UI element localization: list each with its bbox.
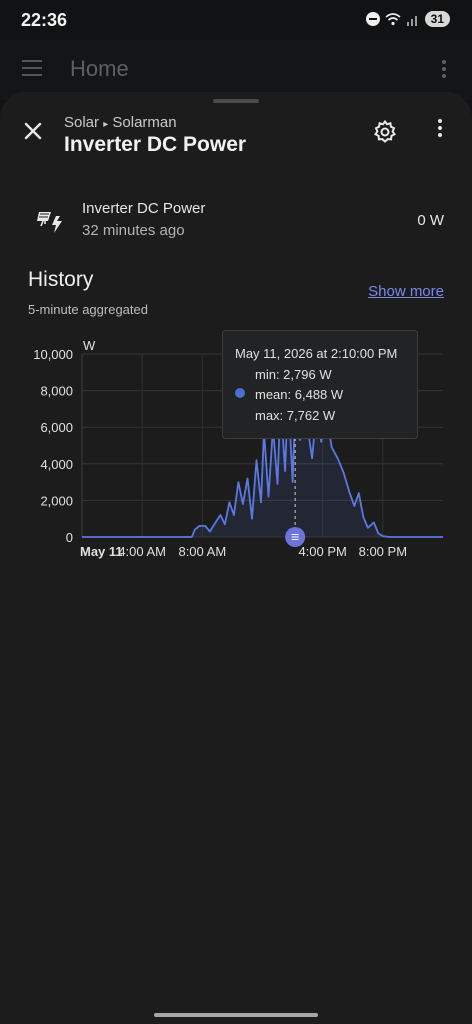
signal-icon: [406, 15, 417, 26]
app-title: Home: [70, 56, 129, 81]
dialog-title: Inverter DC Power: [64, 133, 247, 156]
drag-handle[interactable]: [213, 99, 259, 103]
show-more-link[interactable]: Show more: [368, 283, 444, 300]
y-tick-label: 8,000: [40, 384, 73, 399]
x-tick-label: May 11: [80, 544, 123, 559]
status-bar: 22:36 31: [0, 0, 472, 40]
y-axis-labels: 10,000 8,000 6,000 4,000 2,000 0: [33, 347, 73, 545]
entity-name: Inverter DC Power: [82, 200, 206, 217]
settings-gear-icon[interactable]: [372, 119, 398, 145]
tooltip-timestamp: May 11, 2026 at 2:10:00 PM: [235, 346, 398, 361]
breadcrumb-separator: ▸: [103, 119, 109, 130]
wifi-icon: [385, 12, 401, 25]
breadcrumb-device: Solarman: [112, 114, 177, 131]
close-icon[interactable]: [20, 118, 46, 144]
x-tick-label: 8:00 PM: [359, 544, 407, 559]
entity-state: 0 W: [417, 212, 444, 229]
series-color-dot: [235, 388, 245, 398]
solar-power-icon: [37, 212, 62, 233]
entity-row[interactable]: Inverter DC Power 32 minutes ago 0 W: [0, 192, 472, 248]
y-axis-unit: W: [83, 338, 96, 353]
history-subtitle: 5-minute aggregated: [28, 302, 148, 317]
tooltip-max: max: 7,762 W: [255, 408, 336, 423]
y-tick-label: 2,000: [40, 493, 73, 508]
app-bar: Home: [0, 40, 472, 100]
status-time: 22:36: [21, 10, 68, 30]
y-tick-label: 0: [66, 530, 73, 545]
do-not-disturb-icon: [365, 12, 380, 26]
x-tick-label: 8:00 AM: [178, 544, 226, 559]
breadcrumb: Solar ▸ Solarman: [64, 114, 177, 131]
x-axis-labels: May 114:00 AM 8:00 AM 4:00 PM 8:00 PM: [80, 544, 407, 559]
entity-last-changed: 32 minutes ago: [82, 222, 185, 239]
history-heading: History: [28, 268, 94, 291]
overflow-menu-icon[interactable]: [432, 119, 448, 145]
y-tick-label: 10,000: [33, 347, 73, 362]
y-tick-label: 6,000: [40, 420, 73, 435]
status-icons: 31: [365, 11, 450, 27]
chart-tooltip: May 11, 2026 at 2:10:00 PM min: 2,796 W …: [222, 330, 418, 439]
menu-icon[interactable]: [22, 60, 42, 76]
tooltip-mean: mean: 6,488 W: [255, 387, 344, 402]
gesture-nav-bar[interactable]: [154, 1013, 318, 1017]
battery-indicator: 31: [424, 11, 450, 27]
app-overflow-menu-icon[interactable]: [442, 60, 446, 81]
x-tick-label: 4:00 AM: [118, 544, 166, 559]
breadcrumb-area: Solar: [64, 114, 100, 131]
y-tick-label: 4,000: [40, 457, 73, 472]
x-tick-label: 4:00 PM: [298, 544, 346, 559]
tooltip-min: min: 2,796 W: [255, 367, 332, 382]
